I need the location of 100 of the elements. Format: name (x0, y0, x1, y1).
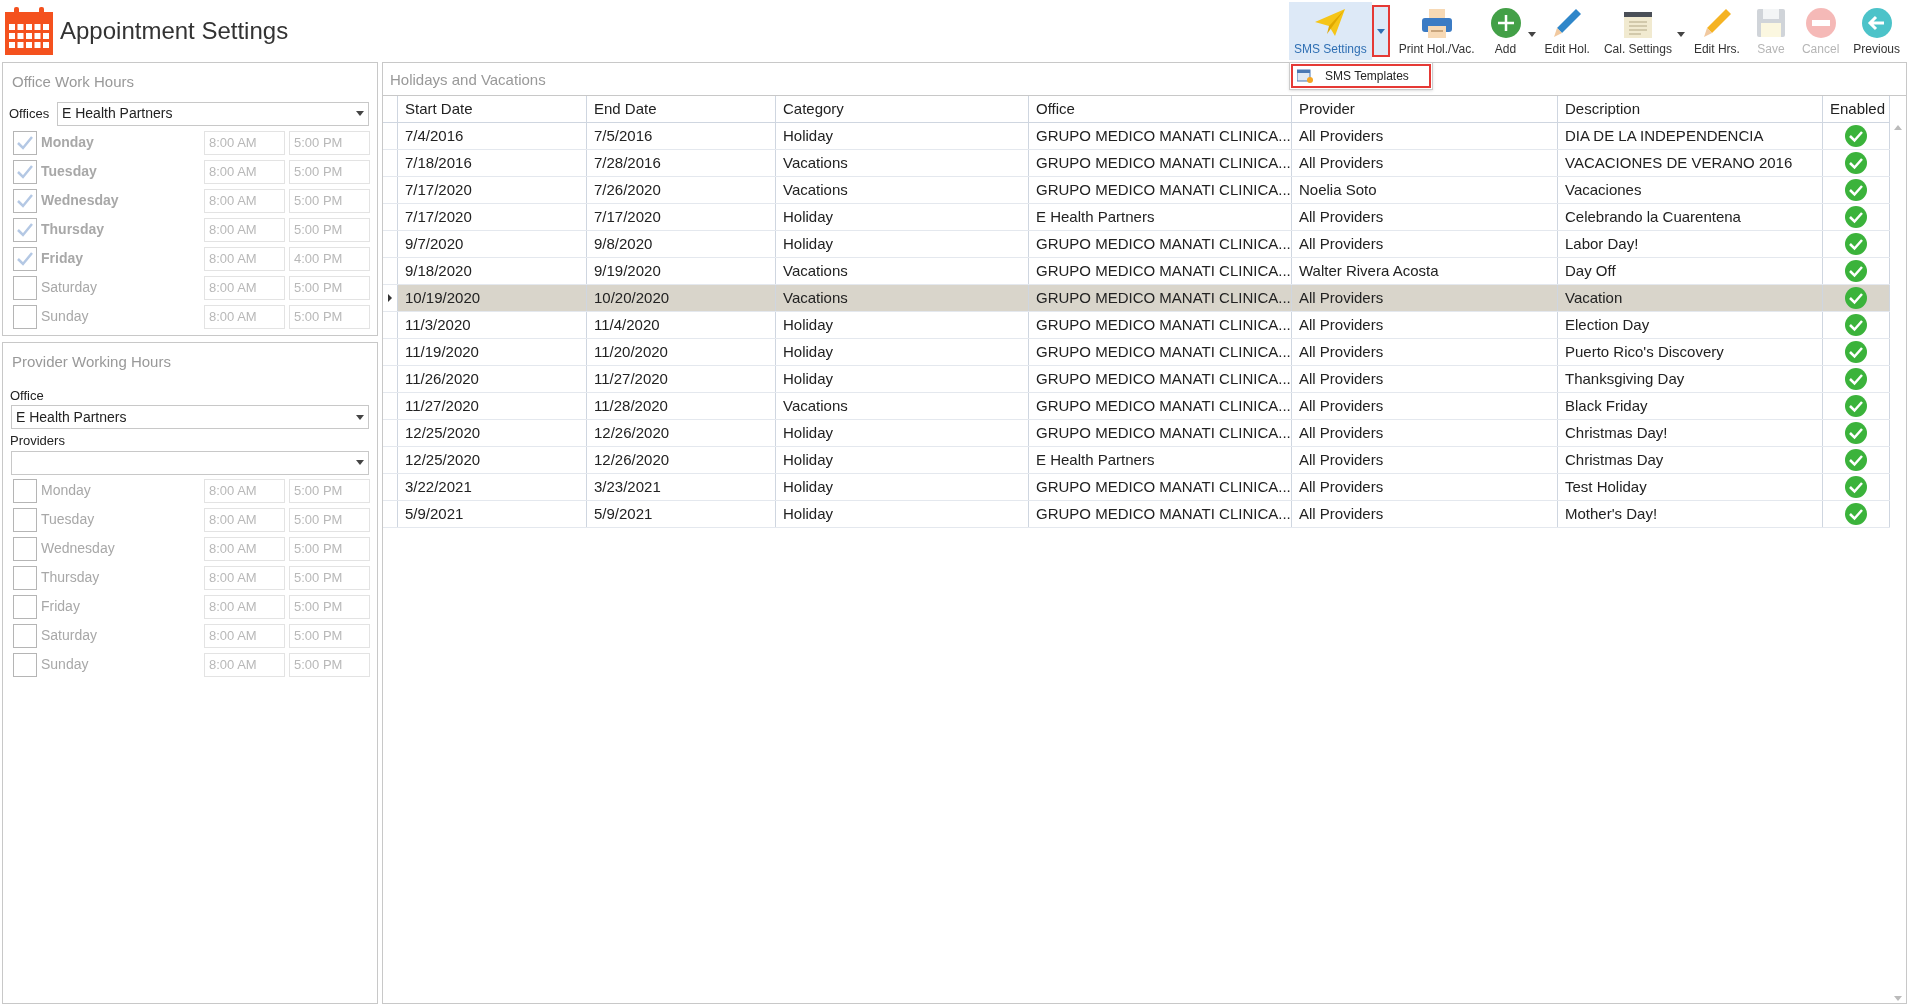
checkbox[interactable] (13, 275, 37, 300)
template-icon (1297, 69, 1313, 83)
checkbox[interactable] (13, 623, 37, 648)
plus-circle-icon (1488, 6, 1523, 40)
scroll-up-icon (1894, 125, 1902, 130)
table-cell: All Providers (1292, 312, 1558, 338)
toolbar-button[interactable]: Edit Hrs. (1688, 2, 1745, 60)
table-cell: 12/25/2020 (398, 420, 587, 446)
table-cell: All Providers (1292, 474, 1558, 500)
table-cell: 11/26/2020 (398, 366, 587, 392)
table-row[interactable]: 11/3/2020 11/4/2020 Holiday GRUPO MEDICO MANATI CLINICA... All Providers Election Day (383, 312, 1890, 339)
table-cell: Holiday (776, 312, 1029, 338)
checkbox[interactable] (13, 159, 37, 184)
toolbar-button[interactable]: SMS Settings (1289, 2, 1372, 60)
table-row[interactable]: 9/7/2020 9/8/2020 Holiday GRUPO MEDICO MANATI CLINICA... All Providers Labor Day! (383, 231, 1890, 258)
window-title: Appointment Settings (60, 16, 289, 46)
table-cell: 11/3/2020 (398, 312, 587, 338)
table-row[interactable]: 10/19/2020 10/20/2020 Vacations GRUPO MEDICO MANATI CLINICA... All Providers Vacation (383, 285, 1890, 312)
column-header[interactable]: End Date (587, 96, 776, 122)
table-cell: Holiday (776, 123, 1029, 149)
column-header[interactable]: Category (776, 96, 1029, 122)
table-cell: Holiday (776, 474, 1029, 500)
checkbox[interactable] (13, 478, 37, 503)
checkbox[interactable] (13, 536, 37, 561)
checkbox[interactable] (13, 565, 37, 590)
table-cell: 3/23/2021 (587, 474, 776, 500)
toolbar-button[interactable]: Edit Hol. (1539, 2, 1595, 60)
checkbox[interactable] (13, 217, 37, 242)
table-cell: All Providers (1292, 123, 1558, 149)
dropdown-field[interactable]: E Health Partners (57, 101, 369, 126)
day-label: Tuesday (41, 162, 98, 181)
table-cell: All Providers (1292, 285, 1558, 311)
toolbar-button[interactable]: Add (1483, 2, 1528, 60)
table-cell: 11/4/2020 (587, 312, 776, 338)
day-label: Wednesday (41, 191, 120, 210)
scroll-down-icon (1894, 996, 1902, 1001)
table-row[interactable]: 11/26/2020 11/27/2020 Holiday GRUPO MEDICO MANATI CLINICA... All Providers Thanksgiving Day (383, 366, 1890, 393)
table-cell: 7/28/2016 (587, 150, 776, 176)
checkbox[interactable] (13, 130, 37, 155)
dropdown-field[interactable] (11, 450, 369, 475)
column-header[interactable]: Start Date (398, 96, 587, 122)
toolbar-button[interactable]: Previous (1848, 2, 1905, 60)
table-cell: Vacations (776, 258, 1029, 284)
table-cell: All Providers (1292, 366, 1558, 392)
checkbox[interactable] (13, 188, 37, 213)
column-header[interactable]: Description (1558, 96, 1823, 122)
dropdown-field[interactable]: E Health Partners (11, 405, 369, 429)
table-cell: Mother's Day! (1558, 501, 1823, 527)
column-header[interactable]: Enabled (1823, 96, 1890, 122)
day-label: Saturday (41, 626, 99, 645)
table-row[interactable]: 7/18/2016 7/28/2016 Vacations GRUPO MEDICO MANATI CLINICA... All Providers VACACIONES DE VERANO 2016 (383, 150, 1890, 177)
table-row[interactable]: 7/17/2020 7/17/2020 Holiday E Health Partners All Providers Celebrando la Cuarentena (383, 204, 1890, 231)
table-cell: Holiday (776, 447, 1029, 473)
table-cell: 7/18/2016 (398, 150, 587, 176)
check-icon (16, 221, 34, 238)
table-cell: E Health Partners (1029, 447, 1292, 473)
table-cell: Day Off (1558, 258, 1823, 284)
table-cell: Christmas Day! (1558, 420, 1823, 446)
table-row[interactable]: 3/22/2021 3/23/2021 Holiday GRUPO MEDICO MANATI CLINICA... All Providers Test Holiday (383, 474, 1890, 501)
table-row[interactable]: 12/25/2020 12/26/2020 Holiday GRUPO MEDICO MANATI CLINICA... All Providers Christmas Day! (383, 420, 1890, 447)
checkbox[interactable] (13, 652, 37, 677)
table-cell: Vacations (776, 177, 1029, 203)
caret-icon (356, 111, 364, 116)
table-row[interactable]: 5/9/2021 5/9/2021 Holiday GRUPO MEDICO MANATI CLINICA... All Providers Mother's Day! (383, 501, 1890, 528)
column-header[interactable]: Office (1029, 96, 1292, 122)
field-label: Offices (9, 104, 51, 123)
check-icon (16, 192, 34, 209)
table-cell: Christmas Day (1558, 447, 1823, 473)
table-row[interactable]: 7/17/2020 7/26/2020 Vacations GRUPO MEDICO MANATI CLINICA... Noelia Soto Vacaciones (383, 177, 1890, 204)
table-cell: GRUPO MEDICO MANATI CLINICA... (1029, 177, 1292, 203)
checkbox[interactable] (13, 507, 37, 532)
table-cell: DIA DE LA INDEPENDENCIA (1558, 123, 1823, 149)
checkbox[interactable] (13, 594, 37, 619)
day-label: Monday (41, 481, 92, 500)
table-cell: All Providers (1292, 501, 1558, 527)
table-row[interactable]: 9/18/2020 9/19/2020 Vacations GRUPO MEDICO MANATI CLINICA... Walter Rivera Acosta Day Off (383, 258, 1890, 285)
table-cell: All Providers (1292, 231, 1558, 257)
table-row[interactable]: 7/4/2016 7/5/2016 Holiday GRUPO MEDICO MANATI CLINICA... All Providers DIA DE LA INDEPENDENCIA (383, 123, 1890, 150)
menu-item[interactable]: SMS Templates (1291, 64, 1431, 88)
table-cell: Vacations (776, 150, 1029, 176)
toolbar-button[interactable]: Cal. Settings (1598, 2, 1677, 60)
table-cell: Vacation (1558, 285, 1823, 311)
table-row[interactable]: 11/19/2020 11/20/2020 Holiday GRUPO MEDICO MANATI CLINICA... All Providers Puerto Rico's Discovery (383, 339, 1890, 366)
table-row[interactable]: 12/25/2020 12/26/2020 Holiday E Health Partners All Providers Christmas Day (383, 447, 1890, 474)
table-cell: Holiday (776, 231, 1029, 257)
checkbox[interactable] (13, 304, 37, 329)
table-cell: 10/20/2020 (587, 285, 776, 311)
table-row[interactable]: 11/27/2020 11/28/2020 Vacations GRUPO MEDICO MANATI CLINICA... All Providers Black Friday (383, 393, 1890, 420)
column-header[interactable]: Provider (1292, 96, 1558, 122)
field-label: Providers (10, 432, 65, 450)
table-cell: Vacations (776, 285, 1029, 311)
toolbar-button[interactable]: Print Hol./Vac. (1393, 2, 1480, 60)
table-cell: 11/27/2020 (587, 366, 776, 392)
table-cell: GRUPO MEDICO MANATI CLINICA... (1029, 393, 1292, 419)
table-cell: 7/5/2016 (587, 123, 776, 149)
row-pointer-icon (388, 294, 392, 302)
table-cell: Walter Rivera Acosta (1292, 258, 1558, 284)
checkbox[interactable] (13, 246, 37, 271)
table-cell: Puerto Rico's Discovery (1558, 339, 1823, 365)
table-cell: Holiday (776, 366, 1029, 392)
